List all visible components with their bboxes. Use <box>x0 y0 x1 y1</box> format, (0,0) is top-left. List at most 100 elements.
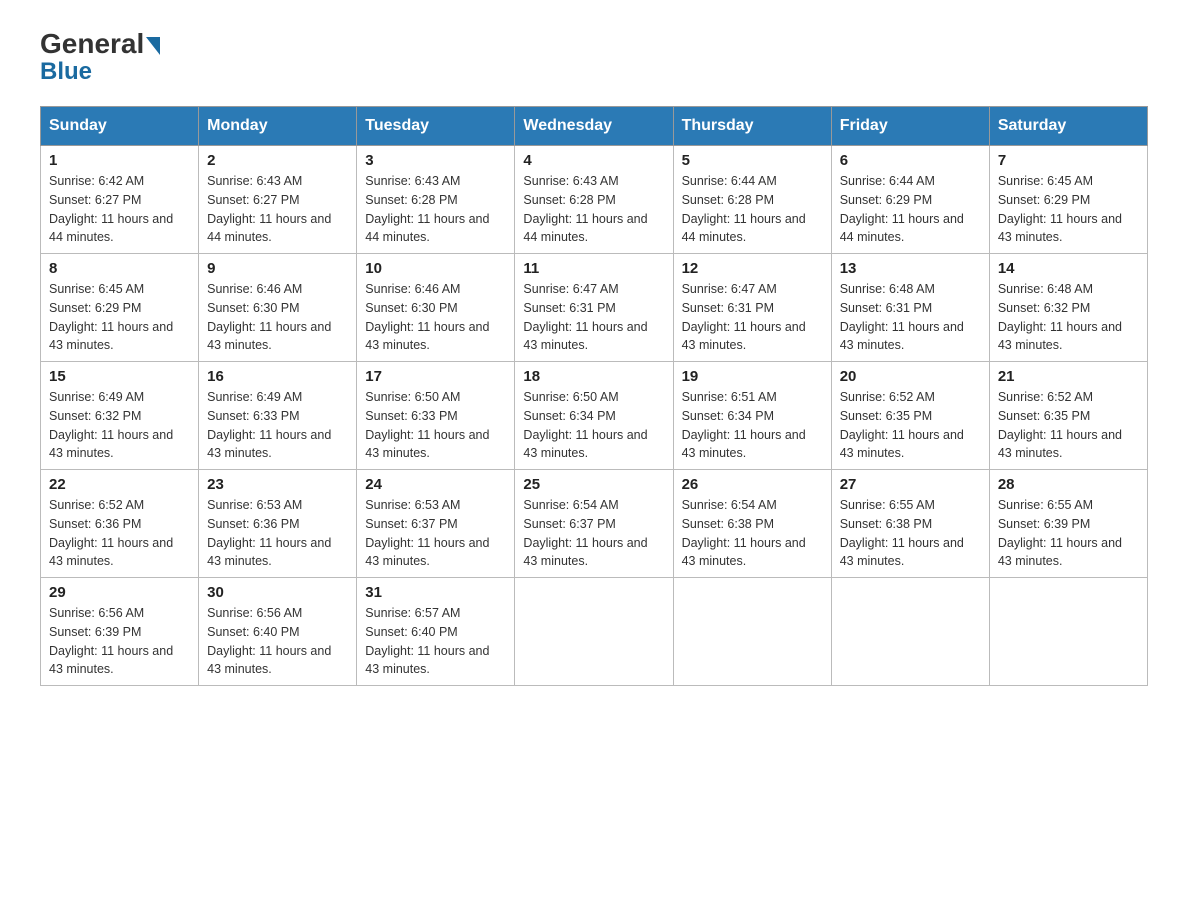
day-number: 25 <box>523 476 664 493</box>
calendar-day-cell: 5 Sunrise: 6:44 AMSunset: 6:28 PMDaylight… <box>673 146 831 254</box>
day-number: 18 <box>523 368 664 385</box>
day-number: 26 <box>682 476 823 493</box>
day-number: 6 <box>840 152 981 169</box>
calendar-day-cell <box>515 578 673 686</box>
calendar-day-cell: 10 Sunrise: 6:46 AMSunset: 6:30 PMDayligh… <box>357 254 515 362</box>
day-info: Sunrise: 6:57 AMSunset: 6:40 PMDaylight:… <box>365 604 506 679</box>
calendar-day-cell: 3Sunrise: 6:43 AMSunset: 6:28 PMDaylight… <box>357 146 515 254</box>
day-info: Sunrise: 6:44 AMSunset: 6:28 PMDaylight:… <box>682 172 823 247</box>
logo-blue-text: Blue <box>40 58 92 86</box>
day-info: Sunrise: 6:45 AMSunset: 6:29 PMDaylight:… <box>49 280 190 355</box>
day-info: Sunrise: 6:48 AMSunset: 6:32 PMDaylight:… <box>998 280 1139 355</box>
day-number: 21 <box>998 368 1139 385</box>
calendar-day-cell: 2Sunrise: 6:43 AMSunset: 6:27 PMDaylight… <box>199 146 357 254</box>
day-info: Sunrise: 6:44 AMSunset: 6:29 PMDaylight:… <box>840 172 981 247</box>
calendar-day-cell: 22Sunrise: 6:52 AMSunset: 6:36 PMDayligh… <box>41 470 199 578</box>
day-number: 16 <box>207 368 348 385</box>
day-info: Sunrise: 6:53 AMSunset: 6:37 PMDaylight:… <box>365 496 506 571</box>
weekday-header-cell: Monday <box>199 107 357 146</box>
calendar-day-cell: 18Sunrise: 6:50 AMSunset: 6:34 PMDayligh… <box>515 362 673 470</box>
day-number: 11 <box>523 260 664 277</box>
page-header: General Blue <box>40 30 1148 86</box>
calendar-day-cell: 27 Sunrise: 6:55 AMSunset: 6:38 PMDayligh… <box>831 470 989 578</box>
calendar-day-cell: 14Sunrise: 6:48 AMSunset: 6:32 PMDayligh… <box>989 254 1147 362</box>
day-number: 2 <box>207 152 348 169</box>
day-number: 7 <box>998 152 1139 169</box>
calendar-week-row: 15 Sunrise: 6:49 AMSunset: 6:32 PMDayligh… <box>41 362 1148 470</box>
day-number: 27 <box>840 476 981 493</box>
day-number: 15 <box>49 368 190 385</box>
day-number: 5 <box>682 152 823 169</box>
day-info: Sunrise: 6:46 AMSunset: 6:30 PMDaylight:… <box>365 280 506 355</box>
day-number: 3 <box>365 152 506 169</box>
day-number: 28 <box>998 476 1139 493</box>
calendar-day-cell: 9 Sunrise: 6:46 AMSunset: 6:30 PMDaylight… <box>199 254 357 362</box>
day-info: Sunrise: 6:47 AMSunset: 6:31 PMDaylight:… <box>523 280 664 355</box>
day-info: Sunrise: 6:46 AMSunset: 6:30 PMDaylight:… <box>207 280 348 355</box>
calendar-day-cell: 28 Sunrise: 6:55 AMSunset: 6:39 PMDayligh… <box>989 470 1147 578</box>
day-info: Sunrise: 6:49 AMSunset: 6:32 PMDaylight:… <box>49 388 190 463</box>
calendar-day-cell: 31 Sunrise: 6:57 AMSunset: 6:40 PMDayligh… <box>357 578 515 686</box>
day-info: Sunrise: 6:54 AMSunset: 6:37 PMDaylight:… <box>523 496 664 571</box>
day-number: 17 <box>365 368 506 385</box>
day-number: 1 <box>49 152 190 169</box>
day-number: 24 <box>365 476 506 493</box>
calendar-day-cell <box>989 578 1147 686</box>
day-number: 10 <box>365 260 506 277</box>
day-number: 19 <box>682 368 823 385</box>
weekday-header-cell: Friday <box>831 107 989 146</box>
calendar-day-cell: 16 Sunrise: 6:49 AMSunset: 6:33 PMDayligh… <box>199 362 357 470</box>
weekday-header-row: SundayMondayTuesdayWednesdayThursdayFrid… <box>41 107 1148 146</box>
calendar-day-cell: 21 Sunrise: 6:52 AMSunset: 6:35 PMDayligh… <box>989 362 1147 470</box>
calendar-day-cell: 7 Sunrise: 6:45 AMSunset: 6:29 PMDaylight… <box>989 146 1147 254</box>
weekday-header-cell: Saturday <box>989 107 1147 146</box>
calendar-day-cell: 11 Sunrise: 6:47 AMSunset: 6:31 PMDayligh… <box>515 254 673 362</box>
day-number: 20 <box>840 368 981 385</box>
day-number: 9 <box>207 260 348 277</box>
day-info: Sunrise: 6:55 AMSunset: 6:38 PMDaylight:… <box>840 496 981 571</box>
calendar-day-cell: 6 Sunrise: 6:44 AMSunset: 6:29 PMDaylight… <box>831 146 989 254</box>
day-number: 4 <box>523 152 664 169</box>
calendar-day-cell: 4 Sunrise: 6:43 AMSunset: 6:28 PMDaylight… <box>515 146 673 254</box>
day-info: Sunrise: 6:45 AMSunset: 6:29 PMDaylight:… <box>998 172 1139 247</box>
calendar-week-row: 29 Sunrise: 6:56 AMSunset: 6:39 PMDayligh… <box>41 578 1148 686</box>
day-number: 31 <box>365 584 506 601</box>
calendar-day-cell: 24 Sunrise: 6:53 AMSunset: 6:37 PMDayligh… <box>357 470 515 578</box>
calendar-day-cell: 12 Sunrise: 6:47 AMSunset: 6:31 PMDayligh… <box>673 254 831 362</box>
calendar-day-cell: 20 Sunrise: 6:52 AMSunset: 6:35 PMDayligh… <box>831 362 989 470</box>
day-info: Sunrise: 6:52 AMSunset: 6:35 PMDaylight:… <box>840 388 981 463</box>
calendar-day-cell <box>831 578 989 686</box>
day-info: Sunrise: 6:49 AMSunset: 6:33 PMDaylight:… <box>207 388 348 463</box>
weekday-header-cell: Thursday <box>673 107 831 146</box>
day-info: Sunrise: 6:53 AMSunset: 6:36 PMDaylight:… <box>207 496 348 571</box>
day-info: Sunrise: 6:51 AMSunset: 6:34 PMDaylight:… <box>682 388 823 463</box>
day-number: 12 <box>682 260 823 277</box>
day-info: Sunrise: 6:56 AMSunset: 6:40 PMDaylight:… <box>207 604 348 679</box>
weekday-header-cell: Sunday <box>41 107 199 146</box>
calendar-day-cell: 29 Sunrise: 6:56 AMSunset: 6:39 PMDayligh… <box>41 578 199 686</box>
day-info: Sunrise: 6:55 AMSunset: 6:39 PMDaylight:… <box>998 496 1139 571</box>
calendar-day-cell: 26 Sunrise: 6:54 AMSunset: 6:38 PMDayligh… <box>673 470 831 578</box>
day-info: Sunrise: 6:56 AMSunset: 6:39 PMDaylight:… <box>49 604 190 679</box>
day-number: 13 <box>840 260 981 277</box>
day-info: Sunrise: 6:52 AMSunset: 6:35 PMDaylight:… <box>998 388 1139 463</box>
calendar-day-cell: 8 Sunrise: 6:45 AMSunset: 6:29 PMDaylight… <box>41 254 199 362</box>
day-number: 8 <box>49 260 190 277</box>
calendar-table: SundayMondayTuesdayWednesdayThursdayFrid… <box>40 106 1148 686</box>
calendar-week-row: 8 Sunrise: 6:45 AMSunset: 6:29 PMDaylight… <box>41 254 1148 362</box>
calendar-week-row: 1 Sunrise: 6:42 AMSunset: 6:27 PMDaylight… <box>41 146 1148 254</box>
logo-general-text: General <box>40 30 160 58</box>
day-info: Sunrise: 6:43 AMSunset: 6:28 PMDaylight:… <box>523 172 664 247</box>
calendar-day-cell: 13 Sunrise: 6:48 AMSunset: 6:31 PMDayligh… <box>831 254 989 362</box>
day-info: Sunrise: 6:52 AMSunset: 6:36 PMDaylight:… <box>49 496 190 571</box>
day-info: Sunrise: 6:48 AMSunset: 6:31 PMDaylight:… <box>840 280 981 355</box>
day-number: 29 <box>49 584 190 601</box>
day-number: 30 <box>207 584 348 601</box>
calendar-week-row: 22Sunrise: 6:52 AMSunset: 6:36 PMDayligh… <box>41 470 1148 578</box>
day-info: Sunrise: 6:42 AMSunset: 6:27 PMDaylight:… <box>49 172 190 247</box>
day-info: Sunrise: 6:47 AMSunset: 6:31 PMDaylight:… <box>682 280 823 355</box>
day-number: 23 <box>207 476 348 493</box>
day-info: Sunrise: 6:50 AMSunset: 6:33 PMDaylight:… <box>365 388 506 463</box>
calendar-body: 1 Sunrise: 6:42 AMSunset: 6:27 PMDaylight… <box>41 146 1148 686</box>
day-info: Sunrise: 6:54 AMSunset: 6:38 PMDaylight:… <box>682 496 823 571</box>
